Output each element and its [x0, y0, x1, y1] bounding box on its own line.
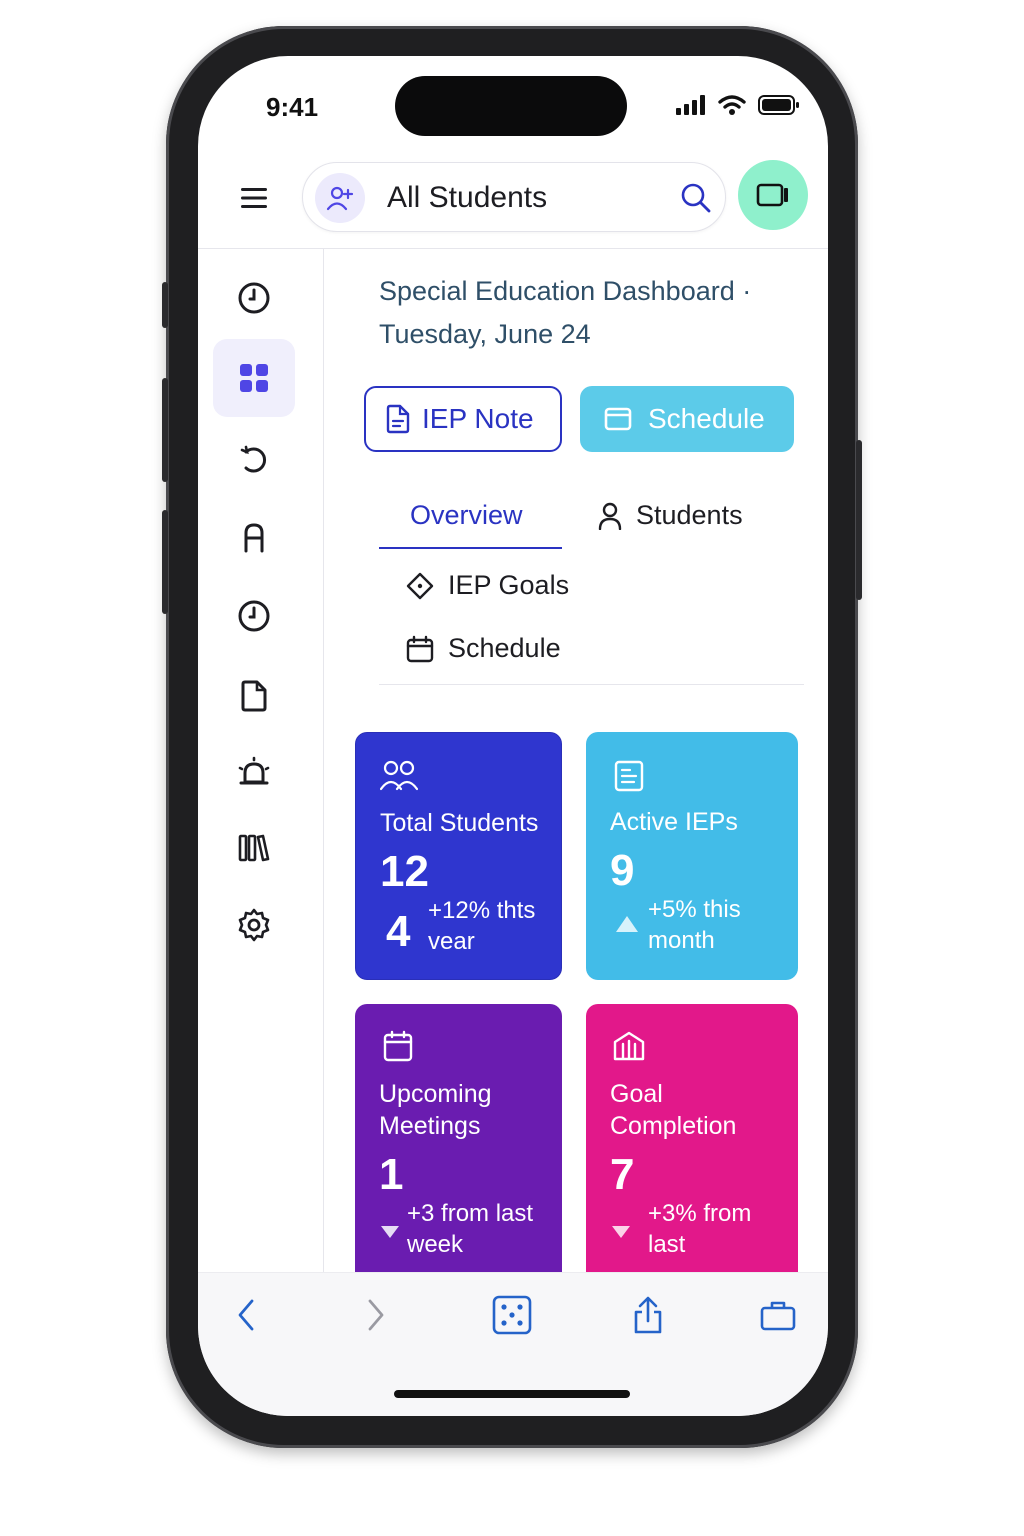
wifi-icon — [718, 95, 746, 115]
search-bar[interactable]: All Students — [302, 162, 726, 232]
folder-icon — [760, 1301, 796, 1331]
page-title: Special Education Dashboard · Tuesday, J… — [379, 276, 752, 349]
tab-active-underline — [379, 547, 562, 549]
tab-schedule[interactable]: Schedule — [406, 633, 561, 664]
tabs-button[interactable] — [490, 1293, 534, 1337]
library-icon — [238, 834, 270, 862]
tab-schedule-label: Schedule — [448, 633, 561, 663]
document-icon — [241, 680, 267, 712]
dynamic-island — [395, 76, 627, 136]
share-icon — [634, 1296, 662, 1334]
document-icon — [386, 404, 410, 434]
sidebar-item-clock[interactable] — [213, 259, 295, 337]
card-value: 1 — [379, 1150, 404, 1199]
card-delta: +12% thts vear — [428, 897, 536, 955]
letter-a-icon — [244, 523, 264, 553]
sidebar-item-history[interactable] — [213, 577, 295, 655]
video-camera-icon — [756, 183, 788, 207]
screen: 9:41 All Students Special Education Dash… — [198, 56, 828, 1416]
clock-icon — [238, 600, 270, 632]
hamburger-icon — [241, 188, 267, 208]
search-button[interactable] — [679, 181, 713, 215]
calendar-icon — [406, 635, 434, 662]
bell-icon — [238, 756, 270, 785]
diamond-icon — [406, 572, 434, 599]
document-icon — [614, 760, 644, 792]
calendar-icon — [383, 1030, 413, 1062]
iep-note-button[interactable]: IEP Note — [364, 386, 562, 452]
clock-icon — [238, 282, 270, 314]
sidebar-item-alerts[interactable] — [213, 733, 295, 811]
sidebar-item-settings[interactable] — [213, 886, 295, 964]
schedule-button[interactable]: Schedule — [580, 386, 794, 452]
sidebar — [198, 249, 324, 1279]
person-icon — [598, 502, 622, 530]
grid-icon — [240, 364, 268, 392]
video-button[interactable] — [738, 160, 808, 230]
schedule-label: Schedule — [648, 403, 765, 434]
tab-iep-goals-label: IEP Goals — [448, 570, 570, 600]
tab-overview[interactable]: Overview — [410, 500, 523, 531]
status-time: 9:41 — [266, 92, 319, 122]
sidebar-item-library[interactable] — [213, 809, 295, 887]
tab-students[interactable]: Students — [598, 500, 743, 531]
tab-overview-label: Overview — [410, 500, 523, 530]
tab-divider — [379, 684, 804, 685]
card-delta: +5% this month — [648, 896, 741, 954]
card-delta: +3% from last — [648, 1200, 752, 1258]
trend-down-icon — [612, 1226, 630, 1238]
card-delta: +3 from last week — [407, 1200, 534, 1258]
back-button[interactable] — [224, 1293, 268, 1337]
card-value: 12 — [380, 847, 429, 896]
card-sub-value: 4 — [386, 907, 411, 956]
power-button — [856, 440, 862, 600]
sidebar-item-dashboard[interactable] — [213, 339, 295, 417]
sidebar-item-documents[interactable] — [213, 657, 295, 735]
bookmarks-button[interactable] — [756, 1293, 800, 1337]
sidebar-item-refresh[interactable] — [213, 421, 295, 499]
volume-down-button — [162, 510, 168, 614]
signal-icon — [676, 95, 705, 115]
card-value: 9 — [610, 846, 635, 895]
mute-switch — [162, 282, 168, 328]
card-label: Goal Completion — [610, 1080, 737, 1140]
calendar-icon — [604, 407, 632, 431]
people-icon — [380, 760, 418, 791]
refresh-icon — [240, 445, 266, 473]
battery-icon — [758, 95, 799, 115]
trend-down-icon — [381, 1226, 399, 1238]
trend-up-icon — [616, 916, 638, 932]
chevron-right-icon — [368, 1299, 384, 1331]
card-label: Total Students — [380, 809, 539, 837]
menu-button[interactable] — [236, 180, 272, 216]
home-indicator — [394, 1390, 630, 1398]
card-upcoming-meetings[interactable]: Upcoming Meetings 1 +3 from last week — [355, 1004, 562, 1284]
bank-icon — [613, 1031, 645, 1061]
dice-icon — [492, 1295, 532, 1335]
tab-iep-goals[interactable]: IEP Goals — [406, 570, 569, 601]
volume-up-button — [162, 378, 168, 482]
sidebar-item-accessibility[interactable] — [213, 499, 295, 577]
search-icon — [681, 183, 711, 213]
search-text[interactable]: All Students — [387, 181, 547, 215]
card-active-ieps[interactable]: Active IEPs 9 +5% this month — [586, 732, 798, 980]
card-value: 7 — [610, 1150, 635, 1199]
forward-button[interactable] — [354, 1293, 398, 1337]
status-icons — [676, 94, 800, 116]
card-label: Active IEPs — [610, 808, 738, 836]
chevron-left-icon — [238, 1299, 254, 1331]
card-total-students[interactable]: Total Students 12 4 +12% thts vear — [355, 732, 562, 980]
share-button[interactable] — [626, 1293, 670, 1337]
gear-icon — [238, 908, 270, 942]
user-add-icon — [326, 186, 354, 211]
iep-note-label: IEP Note — [422, 403, 534, 434]
tab-students-label: Students — [636, 500, 743, 530]
card-label: Upcoming Meetings — [379, 1080, 492, 1140]
card-goal-completion[interactable]: Goal Completion 7 +3% from last — [586, 1004, 798, 1284]
user-add-avatar[interactable] — [315, 173, 365, 223]
